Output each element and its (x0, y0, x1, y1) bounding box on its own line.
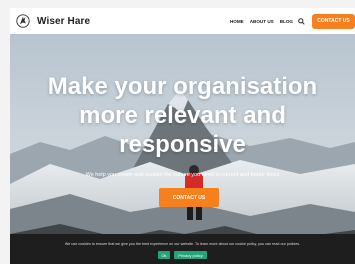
hare-logo-icon (16, 14, 30, 28)
page: Wiser Hare HOME ABOUT US BLOG CONTACT US (0, 0, 355, 264)
nav-home[interactable]: HOME (230, 19, 244, 24)
privacy-policy-button[interactable]: Privacy policy (174, 251, 207, 259)
cookie-ok-button[interactable]: Ok (158, 251, 170, 259)
logo[interactable]: Wiser Hare (16, 14, 90, 28)
site-header: Wiser Hare HOME ABOUT US BLOG CONTACT US (10, 8, 355, 34)
nav-about-us[interactable]: ABOUT US (250, 19, 274, 24)
hero-headline-line: Make your organisation (47, 73, 318, 100)
hero-headline-line: more relevant and (79, 102, 286, 129)
hero-section: Make your organisation more relevant and… (10, 34, 355, 264)
main-nav: HOME ABOUT US BLOG CONTACT US (224, 13, 355, 29)
nav-blog[interactable]: BLOG (280, 19, 293, 24)
hero-headline-line: responsive (119, 131, 246, 158)
header-contact-button[interactable]: CONTACT US (312, 13, 355, 29)
cookie-consent-bar: We use cookies to ensure that we give yo… (10, 234, 355, 264)
hero-subline: We help you create and sustain the cultu… (85, 172, 280, 178)
brand-name: Wiser Hare (37, 15, 91, 27)
hero-contact-button[interactable]: CONTACT US (159, 188, 219, 207)
hero-headline: Make your organisation more relevant and… (10, 72, 355, 159)
cookie-actions: Ok Privacy policy (10, 251, 355, 259)
search-icon[interactable] (298, 17, 305, 25)
cookie-message: We use cookies to ensure that we give yo… (64, 242, 301, 246)
